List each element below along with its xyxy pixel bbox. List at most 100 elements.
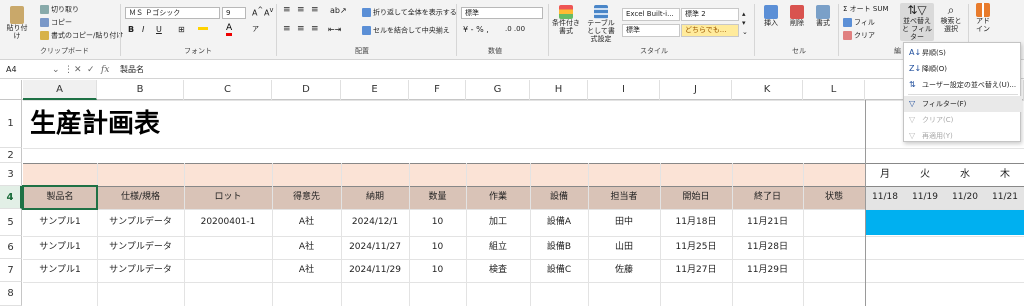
row-header-3[interactable]: 3 [0, 163, 22, 186]
filter-item[interactable]: ▽ フィルター(F) [904, 96, 1022, 112]
table-cell[interactable]: 検査 [466, 259, 530, 282]
table-cell[interactable]: A社 [272, 209, 341, 236]
table-cell[interactable]: サンプルデータ [97, 236, 184, 259]
table-cell[interactable]: サンプル1 [23, 209, 97, 236]
table-cell[interactable]: 10 [409, 209, 466, 236]
table-cell[interactable]: 2024/12/1 [341, 209, 409, 236]
clear-button[interactable]: クリア [843, 31, 875, 41]
phonetic-icon[interactable]: ア [252, 25, 259, 34]
formula-input[interactable]: 製品名 [120, 63, 144, 77]
font-size-select[interactable]: 9 [222, 7, 246, 19]
currency-icon[interactable]: ¥ - % , [463, 25, 489, 34]
table-cell[interactable]: 11月18日 [660, 209, 732, 236]
sort-ascending-item[interactable]: A↓ 昇順(S) [904, 45, 1022, 61]
table-cell[interactable]: 10 [409, 236, 466, 259]
table-cell[interactable]: 山田 [588, 236, 660, 259]
merge-center-button[interactable]: セルを結合して中央揃え [362, 26, 450, 36]
table-header-cell[interactable]: 仕様/規格 [97, 186, 184, 209]
table-cell[interactable]: サンプルデータ [97, 209, 184, 236]
row-header-4[interactable]: 4 [0, 186, 22, 209]
table-cell[interactable]: 11月27日 [660, 259, 732, 282]
orientation-icon[interactable]: ab↗ [330, 6, 347, 15]
column-header-k[interactable]: K [732, 80, 803, 100]
bold-button[interactable]: B [128, 25, 134, 34]
column-header-h[interactable]: H [530, 80, 588, 100]
style-neutral[interactable]: どちらでも... [681, 24, 739, 37]
fill-color-icon[interactable] [198, 22, 208, 33]
table-header-cell[interactable]: 開始日 [660, 186, 732, 209]
table-cell[interactable]: 設備B [530, 236, 588, 259]
conditional-format-button[interactable]: 条件付き書式 [552, 5, 580, 35]
table-cell[interactable]: 設備C [530, 259, 588, 282]
find-select-button[interactable]: ⌕ 検索と 選択 [938, 3, 964, 33]
style-excel-builtin[interactable]: Excel Built-i... [622, 8, 680, 21]
row-header-8[interactable]: 8 [0, 282, 22, 306]
row-header-1[interactable]: 1 [0, 100, 22, 148]
fill-button[interactable]: フィル [843, 18, 875, 28]
decimal-icon[interactable]: .0 .00 [505, 25, 525, 34]
select-all-corner[interactable] [0, 80, 22, 100]
table-cell[interactable]: 2024/11/29 [341, 259, 409, 282]
format-as-table-button[interactable]: テーブルとして書式設定 [584, 5, 618, 43]
styles-scroll-icon[interactable]: ▴ ▾ ⌄ [742, 10, 748, 37]
enter-icon[interactable]: ✓ [87, 63, 95, 77]
copy-button[interactable]: コピー [40, 18, 72, 28]
table-cell[interactable]: 10 [409, 259, 466, 282]
align-middle-icon[interactable]: ≡ [297, 6, 305, 15]
column-header-e[interactable]: E [341, 80, 409, 100]
indent-icon[interactable]: ⇤⇥ [328, 25, 341, 34]
table-cell[interactable]: 田中 [588, 209, 660, 236]
table-cell[interactable]: 11月21日 [732, 209, 803, 236]
column-header-j[interactable]: J [660, 80, 732, 100]
paste-button[interactable]: 貼り付け [6, 6, 28, 40]
fx-icon[interactable]: fx [101, 63, 109, 77]
format-painter-button[interactable]: 書式のコピー/貼り付け [40, 31, 123, 41]
align-top-icon[interactable]: ≡ [283, 6, 291, 15]
borders-icon[interactable]: ⊞ [178, 25, 185, 34]
column-header-b[interactable]: B [97, 80, 184, 100]
table-header-cell[interactable]: 設備 [530, 186, 588, 209]
table-cell[interactable]: サンプル1 [23, 236, 97, 259]
insert-button[interactable]: 挿入 [760, 5, 782, 27]
table-header-cell[interactable]: 納期 [341, 186, 409, 209]
table-cell[interactable]: サンプル1 [23, 259, 97, 282]
table-cell[interactable]: A社 [272, 236, 341, 259]
addins-button[interactable]: アド イン [972, 3, 994, 33]
font-grow-button[interactable]: A^ [252, 6, 263, 18]
table-cell[interactable]: 2024/11/27 [341, 236, 409, 259]
custom-sort-item[interactable]: ⇅ ユーザー設定の並べ替え(U)... [904, 77, 1022, 93]
table-cell[interactable]: 佐藤 [588, 259, 660, 282]
table-cell[interactable]: 11月25日 [660, 236, 732, 259]
row-header-2[interactable]: 2 [0, 148, 22, 163]
sort-filter-button[interactable]: ⇅▽ 並べ替えと フィルター [900, 3, 934, 41]
column-header-i[interactable]: I [588, 80, 660, 100]
column-header-c[interactable]: C [184, 80, 272, 100]
format-button[interactable]: 書式 [812, 5, 834, 27]
align-right-icon[interactable]: ≡ [311, 25, 319, 34]
table-cell[interactable]: A社 [272, 259, 341, 282]
font-color-icon[interactable]: A [226, 24, 233, 36]
italic-button[interactable]: I [142, 25, 144, 34]
delete-button[interactable]: 削除 [786, 5, 808, 27]
style-standard[interactable]: 標準 [622, 24, 680, 37]
table-header-cell[interactable]: 状態 [803, 186, 865, 209]
cancel-icon[interactable]: ✕ [74, 63, 82, 77]
number-format-select[interactable]: 標準 [461, 7, 543, 19]
align-center-icon[interactable]: ≡ [297, 25, 305, 34]
column-header-l[interactable]: L [803, 80, 865, 100]
table-header-cell[interactable]: 担当者 [588, 186, 660, 209]
column-header-d[interactable]: D [272, 80, 341, 100]
table-cell[interactable]: 11月28日 [732, 236, 803, 259]
align-bottom-icon[interactable]: ≡ [311, 6, 319, 15]
row-header-7[interactable]: 7 [0, 259, 22, 282]
table-cell[interactable]: サンプルデータ [97, 259, 184, 282]
table-header-cell[interactable]: 数量 [409, 186, 466, 209]
row-header-6[interactable]: 6 [0, 236, 22, 259]
table-header-cell[interactable]: 得意先 [272, 186, 341, 209]
wrap-text-button[interactable]: 折り返して全体を表示する [362, 8, 457, 18]
font-name-select[interactable]: ＭＳ Ｐゴシック [125, 7, 220, 19]
table-header-cell[interactable]: ロット [184, 186, 272, 209]
table-cell[interactable]: 20200401-1 [184, 209, 272, 236]
column-header-a[interactable]: A [23, 80, 97, 100]
table-cell[interactable]: 加工 [466, 209, 530, 236]
